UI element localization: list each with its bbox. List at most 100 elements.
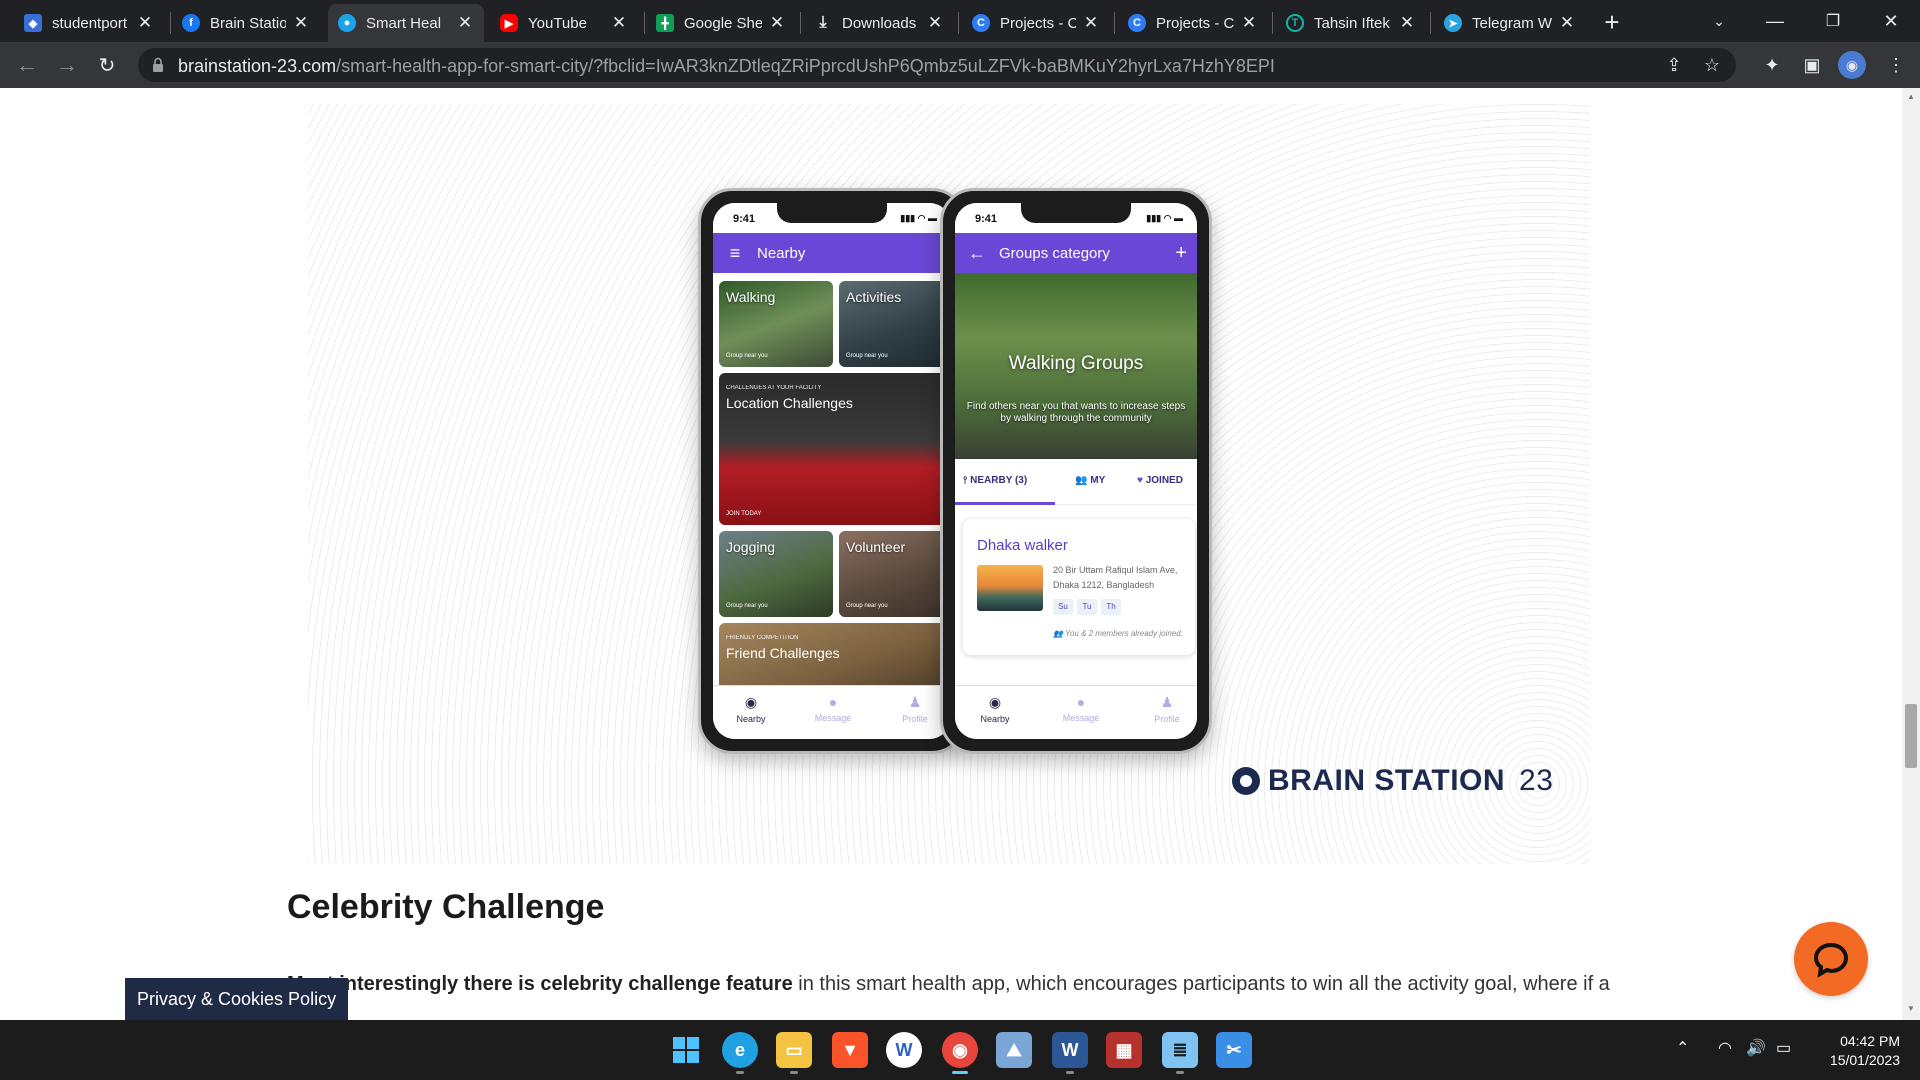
card-subtitle: Group near you: [846, 353, 888, 359]
add-icon[interactable]: +: [1175, 242, 1187, 265]
tab-google-sheets[interactable]: ╋ Google She ✕: [646, 4, 796, 42]
nav-message[interactable]: ● Message: [803, 694, 863, 723]
extensions-puzzle-icon[interactable]: ✦: [1758, 51, 1786, 79]
tab-facebook-brainstation[interactable]: f Brain Statio ✕: [172, 4, 320, 42]
brave-icon[interactable]: ▼: [832, 1032, 868, 1068]
card-subtitle: Group near you: [846, 603, 888, 609]
forward-button[interactable]: →: [52, 50, 82, 80]
battery-icon[interactable]: ▭: [1776, 1038, 1791, 1058]
card-activities[interactable]: Activities Group near you: [839, 281, 949, 367]
back-arrow-icon[interactable]: ←: [955, 243, 999, 264]
tab-separator: [1272, 12, 1273, 34]
reload-button[interactable]: ↻: [92, 50, 122, 80]
card-jogging[interactable]: Jogging Group near you: [719, 531, 833, 617]
tab-smart-health[interactable]: ● Smart Heal ✕: [328, 4, 484, 42]
app-w-icon[interactable]: W: [886, 1032, 922, 1068]
chrome-icon[interactable]: ◉: [942, 1032, 978, 1074]
notepad-icon[interactable]: ≣: [1162, 1032, 1198, 1074]
close-icon[interactable]: ✕: [1398, 13, 1416, 32]
minimize-button[interactable]: —: [1760, 6, 1790, 36]
chat-widget-button[interactable]: [1794, 922, 1868, 996]
system-clock[interactable]: 04:42 PM 15/01/2023: [1810, 1032, 1900, 1070]
scroll-up-arrow-icon[interactable]: ▲: [1906, 92, 1916, 102]
windows-logo-icon: [673, 1037, 699, 1063]
tab-title: Google She: [684, 14, 762, 32]
volume-icon[interactable]: 🔊: [1746, 1038, 1766, 1058]
hamburger-menu-icon[interactable]: ≡: [713, 243, 757, 264]
tab-telegram[interactable]: ➤ Telegram W ✕: [1434, 4, 1586, 42]
close-icon[interactable]: ✕: [1082, 13, 1100, 32]
close-window-button[interactable]: ✕: [1876, 6, 1906, 36]
scroll-down-arrow-icon[interactable]: ▼: [1906, 1004, 1916, 1014]
close-icon[interactable]: ✕: [136, 13, 154, 32]
page-scrollbar[interactable]: ▲ ▼: [1902, 88, 1920, 1020]
wifi-icon[interactable]: ◠: [1718, 1038, 1732, 1058]
new-tab-button[interactable]: +: [1598, 7, 1626, 37]
winrar-icon[interactable]: ▦: [1106, 1032, 1142, 1068]
tab-separator: [1430, 12, 1431, 34]
close-icon[interactable]: ✕: [292, 13, 310, 32]
nav-label: Message: [1062, 713, 1100, 723]
tab-studentportal[interactable]: ◆ studentport ✕: [14, 4, 164, 42]
tab-downloads[interactable]: ⤓ Downloads ✕: [804, 4, 954, 42]
tab-separator: [958, 12, 959, 34]
card-subtitle: Group near you: [726, 603, 768, 609]
card-title: Walking: [726, 289, 776, 305]
close-icon[interactable]: ✕: [926, 13, 944, 32]
menu-kebab-icon[interactable]: ⋮: [1882, 51, 1910, 79]
tab-title: Projects - C: [1000, 14, 1076, 32]
tab-projects-canva-1[interactable]: C Projects - C ✕: [962, 4, 1110, 42]
show-hidden-icons-chevron-icon[interactable]: ⌃: [1676, 1038, 1689, 1058]
card-friend-challenges[interactable]: FRIENDLY COMPETITION Friend Challenges: [719, 623, 949, 693]
restore-button[interactable]: ❐: [1818, 6, 1848, 36]
snipping-tool-icon[interactable]: ✂: [1216, 1032, 1252, 1068]
privacy-label: Privacy & Cookies Policy: [137, 988, 337, 1009]
url-text: brainstation-23.com/smart-health-app-for…: [178, 56, 1275, 77]
active-tab-indicator: [955, 502, 1055, 505]
group-card[interactable]: Dhaka walker 20 Bir Uttam Rafiqul Islam …: [963, 519, 1195, 655]
windows-start-icon[interactable]: [668, 1032, 704, 1068]
people-icon: 👥: [1075, 475, 1088, 486]
close-icon[interactable]: ✕: [456, 13, 474, 32]
tab-title: Tahsin Iftek: [1314, 14, 1390, 32]
nav-nearby[interactable]: ◉ Nearby: [965, 694, 1025, 724]
close-icon[interactable]: ✕: [768, 13, 786, 32]
photos-icon[interactable]: ⛰: [996, 1032, 1032, 1068]
group-tabs: ⫯ NEARBY (3) 👥 MY ♥ JOINED: [955, 459, 1197, 505]
file-explorer-icon[interactable]: ▭: [776, 1032, 812, 1074]
card-volunteer[interactable]: Volunteer Group near you: [839, 531, 949, 617]
scrollbar-thumb[interactable]: [1905, 704, 1917, 768]
tab-title: Telegram W: [1472, 14, 1552, 32]
tab-label: NEARBY (3): [970, 475, 1028, 486]
side-panel-icon[interactable]: ▣: [1798, 51, 1826, 79]
nav-profile[interactable]: ♟ Profile: [885, 694, 945, 724]
profile-avatar[interactable]: ◉: [1838, 51, 1866, 79]
close-icon[interactable]: ✕: [610, 13, 628, 32]
tab-tahsin[interactable]: T Tahsin Iftek ✕: [1276, 4, 1426, 42]
close-icon[interactable]: ✕: [1558, 13, 1576, 32]
tab-search-chevron-icon[interactable]: ⌄: [1704, 6, 1734, 36]
pin-icon: ⫯: [963, 475, 968, 486]
address-bar[interactable]: brainstation-23.com/smart-health-app-for…: [138, 48, 1736, 82]
tab-projects-canva-2[interactable]: C Projects - C ✕: [1118, 4, 1268, 42]
back-button[interactable]: ←: [12, 50, 42, 80]
card-walking[interactable]: Walking Group near you: [719, 281, 833, 367]
word-icon[interactable]: W: [1052, 1032, 1088, 1074]
tab-joined[interactable]: ♥ JOINED: [1137, 475, 1183, 486]
header-description: Find others near you that wants to incre…: [966, 401, 1186, 424]
tab-title: Smart Heal: [366, 14, 442, 32]
bookmark-star-icon[interactable]: ☆: [1700, 53, 1724, 77]
privacy-cookies-button[interactable]: Privacy & Cookies Policy: [125, 978, 349, 1020]
tab-youtube[interactable]: ▶ YouTube ✕: [490, 4, 638, 42]
close-icon[interactable]: ✕: [1240, 13, 1258, 32]
tab-my[interactable]: 👥 MY: [1075, 475, 1105, 486]
edge-icon[interactable]: e: [722, 1032, 758, 1074]
nav-nearby[interactable]: ◉ Nearby: [721, 694, 781, 724]
youtube-icon: ▶: [500, 14, 518, 32]
tab-title: Projects - C: [1156, 14, 1234, 32]
share-icon[interactable]: ⇪: [1662, 53, 1686, 77]
card-location-challenges[interactable]: CHALLENGES AT YOUR FACILITY Location Cha…: [719, 373, 949, 525]
nav-message[interactable]: ● Message: [1051, 694, 1111, 723]
nav-profile[interactable]: ♟ Profile: [1137, 694, 1197, 724]
tab-nearby[interactable]: ⫯ NEARBY (3): [963, 475, 1027, 486]
